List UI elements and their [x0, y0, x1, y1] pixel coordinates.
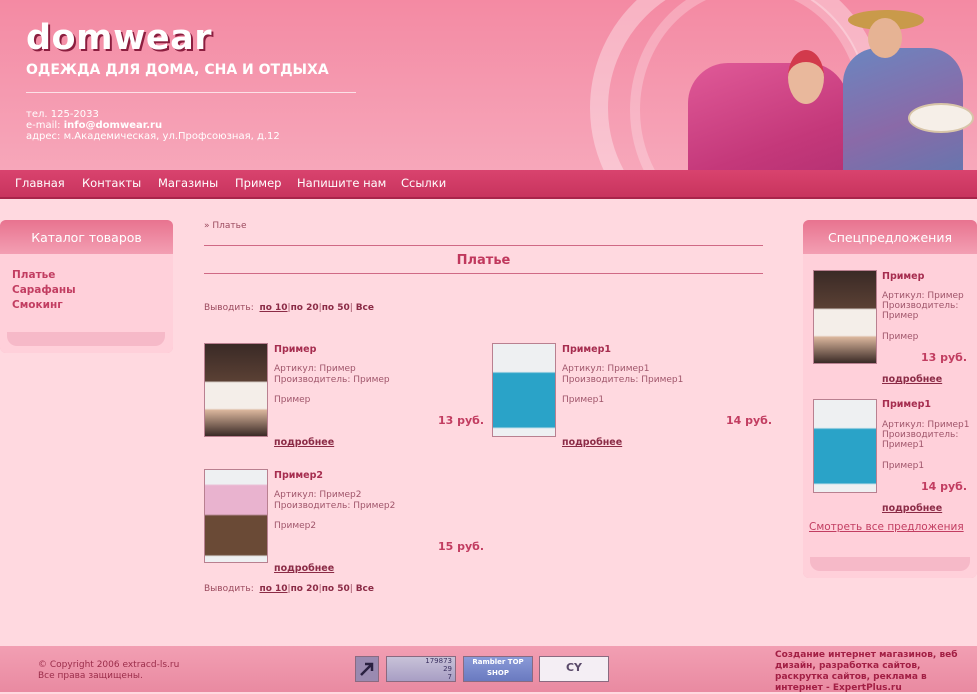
rights-text: Все права защищены.: [38, 671, 143, 681]
all-offers-link[interactable]: Смотреть все предложения: [809, 521, 964, 533]
header-models-photo: [678, 8, 977, 198]
special-maker-value: Пример: [882, 311, 919, 321]
main-nav: Главная Контакты Магазины Пример Напишит…: [0, 170, 977, 199]
product-more-link[interactable]: подробнее: [274, 563, 334, 574]
pager-option-50[interactable]: по 50: [322, 303, 350, 313]
product-article: Артикул: Пример1: [562, 364, 650, 374]
nav-example[interactable]: Пример: [235, 176, 281, 190]
nav-home[interactable]: Главная: [15, 176, 65, 190]
pager-top: Выводить: по 10|по 20|по 50| Все: [204, 303, 374, 313]
special-name[interactable]: Пример: [882, 271, 924, 282]
product-more-link[interactable]: подробнее: [562, 437, 622, 448]
product-price: 14 руб.: [725, 414, 772, 427]
product-name[interactable]: Пример: [274, 344, 316, 355]
copyright-text: © Copyright 2006 extracd-ls.ru: [38, 660, 180, 670]
breadcrumb[interactable]: » Платье: [204, 221, 247, 231]
product-image[interactable]: [492, 343, 556, 437]
catalog-item-sundresses[interactable]: Сарафаны: [12, 284, 76, 296]
special-maker-value: Пример1: [882, 440, 925, 450]
counter-mailru-badge[interactable]: 179873 29 7: [386, 656, 456, 682]
special-price: 13 руб.: [920, 351, 967, 364]
special-image[interactable]: [813, 399, 877, 493]
pager-option-all[interactable]: Все: [356, 303, 374, 313]
special-desc: Пример1: [882, 461, 925, 471]
address: адрес: м.Академическая, ул.Профсоюзная, …: [26, 131, 280, 142]
product-maker: Производитель: Пример1: [562, 375, 684, 385]
email-line: e-mail: info@domwear.ru: [26, 120, 162, 131]
site-logo[interactable]: domwear: [26, 18, 212, 58]
divider: [204, 245, 763, 246]
pager-option-20[interactable]: по 20: [291, 584, 319, 594]
catalog-title: Каталог товаров: [0, 220, 173, 254]
nav-contacts[interactable]: Контакты: [82, 176, 141, 190]
yandex-cy-badge[interactable]: CY: [539, 656, 609, 682]
panel-bottom: [810, 557, 970, 571]
product-price: 15 руб.: [437, 540, 484, 553]
model-head: [788, 50, 824, 104]
product-image[interactable]: [204, 469, 268, 563]
special-price: 14 руб.: [920, 480, 967, 493]
product-desc: Пример: [274, 395, 311, 405]
counter-value: 7: [447, 673, 452, 681]
special-more-link[interactable]: подробнее: [882, 374, 942, 385]
product-article: Артикул: Пример2: [274, 490, 362, 500]
specials-title: Спецпредложения: [803, 220, 977, 254]
panel-bottom: [7, 332, 165, 346]
product-maker: Производитель: Пример2: [274, 501, 396, 511]
pager-option-all[interactable]: Все: [356, 584, 374, 594]
fruit-plate: [908, 103, 974, 133]
product-image[interactable]: [204, 343, 268, 437]
divider: [204, 273, 763, 274]
rambler-top-badge[interactable]: Rambler TOP SHOP: [463, 656, 533, 682]
nav-links[interactable]: Ссылки: [401, 176, 446, 190]
product-desc: Пример2: [274, 521, 317, 531]
pager-option-20[interactable]: по 20: [291, 303, 319, 313]
product-maker: Производитель: Пример: [274, 375, 390, 385]
pager-option-10[interactable]: по 10: [259, 584, 287, 594]
email-label: e-mail:: [26, 120, 64, 131]
special-desc: Пример: [882, 332, 919, 342]
counter-value: 179873: [425, 657, 452, 665]
nav-stores[interactable]: Магазины: [158, 176, 218, 190]
catalog-panel: Каталог товаров Платье Сарафаны Смокинг: [0, 220, 173, 353]
pager-label: Выводить:: [204, 303, 254, 313]
arrow-icon: [360, 662, 374, 676]
copyright: © Copyright 2006 extracd-ls.ru Все права…: [38, 660, 179, 682]
counter-value: 29: [443, 665, 452, 673]
catalog-item-dress[interactable]: Платье: [12, 269, 55, 281]
special-image[interactable]: [813, 270, 877, 364]
product-name[interactable]: Пример2: [274, 470, 323, 481]
pager-bottom: Выводить: по 10|по 20|по 50| Все: [204, 584, 374, 594]
page-title: Платье: [456, 253, 511, 268]
product-article: Артикул: Пример: [274, 364, 356, 374]
phone: тел. 125-2033: [26, 109, 99, 120]
pager-option-50[interactable]: по 50: [322, 584, 350, 594]
pager-option-10[interactable]: по 10: [259, 303, 287, 313]
pager-sep: |: [349, 584, 353, 594]
special-more-link[interactable]: подробнее: [882, 503, 942, 514]
site-tagline: ОДЕЖДА ДЛЯ ДОМА, СНА И ОТДЫХА: [26, 62, 329, 78]
model-head: [868, 18, 902, 58]
special-name[interactable]: Пример1: [882, 399, 931, 410]
product-price: 13 руб.: [437, 414, 484, 427]
pager-label: Выводить:: [204, 584, 254, 594]
header-divider: [26, 92, 356, 93]
product-desc: Пример1: [562, 395, 605, 405]
developer-credits[interactable]: Создание интернет магазинов, веб дизайн,…: [775, 650, 965, 694]
product-more-link[interactable]: подробнее: [274, 437, 334, 448]
catalog-item-tuxedo[interactable]: Смокинг: [12, 299, 63, 311]
email-link[interactable]: info@domwear.ru: [64, 120, 162, 131]
product-name[interactable]: Пример1: [562, 344, 611, 355]
nav-write-us[interactable]: Напишите нам: [297, 176, 386, 190]
pager-sep: |: [349, 303, 353, 313]
counter-arrow-badge[interactable]: [355, 656, 379, 682]
